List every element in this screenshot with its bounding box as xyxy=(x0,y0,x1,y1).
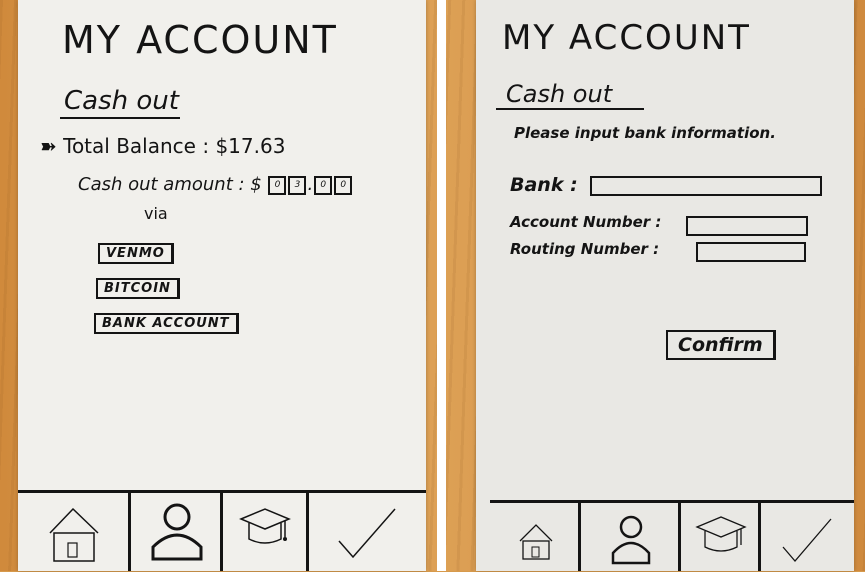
amount-digit-box[interactable]: 3 xyxy=(288,175,307,195)
graduation-cap-icon xyxy=(239,508,291,544)
nav-profile[interactable] xyxy=(578,503,681,571)
nav-home[interactable] xyxy=(490,503,578,571)
nav-learn[interactable] xyxy=(678,503,761,571)
decimal-point: . xyxy=(307,174,314,195)
nav-profile[interactable] xyxy=(128,493,223,571)
arrow-icon: ➽ xyxy=(40,134,57,158)
total-balance-value: $17.63 xyxy=(215,134,286,158)
section-underline xyxy=(60,117,180,119)
section-title: Cash out xyxy=(64,86,179,116)
bank-input[interactable] xyxy=(590,176,822,196)
account-screen-left: MY ACCOUNT Cash out ➽ Total Balance : $1… xyxy=(18,0,426,571)
bottom-nav-bar xyxy=(490,500,854,571)
total-balance-label: Total Balance xyxy=(63,134,196,158)
bottom-nav-bar xyxy=(18,490,426,571)
routing-number-input[interactable] xyxy=(696,242,806,262)
cashout-amount-label: Cash out amount : xyxy=(78,174,245,195)
profile-icon xyxy=(611,515,651,565)
bitcoin-button[interactable]: BITCOIN xyxy=(96,278,180,299)
amount-digit-box[interactable]: 0 xyxy=(268,175,287,195)
home-icon xyxy=(519,524,553,560)
graduation-cap-icon xyxy=(695,516,747,552)
page-title: MY ACCOUNT xyxy=(62,18,338,62)
instruction-text: Please input bank information. xyxy=(514,124,776,142)
amount-digit-box[interactable]: 0 xyxy=(314,175,333,195)
bank-label: Bank : xyxy=(510,174,578,196)
nav-learn[interactable] xyxy=(220,493,309,571)
home-icon xyxy=(49,507,99,562)
account-number-input[interactable] xyxy=(686,216,808,236)
section-title: Cash out xyxy=(506,80,613,108)
nav-check[interactable] xyxy=(758,503,857,571)
routing-number-label: Routing Number : xyxy=(510,240,660,258)
checkmark-icon xyxy=(338,508,396,559)
photo-divider xyxy=(437,0,446,571)
nav-check[interactable] xyxy=(306,493,429,571)
venmo-button[interactable]: VENMO xyxy=(98,243,174,264)
currency-symbol: $ xyxy=(250,174,262,195)
via-label: via xyxy=(144,204,168,223)
page-title: MY ACCOUNT xyxy=(502,18,751,58)
total-balance-row: ➽ Total Balance : $17.63 xyxy=(40,134,286,158)
cashout-amount-row: Cash out amount : $ 03.00 xyxy=(78,174,353,195)
profile-icon xyxy=(151,503,203,561)
amount-digit-box[interactable]: 0 xyxy=(334,175,353,195)
account-number-label: Account Number : xyxy=(510,213,662,231)
section-underline xyxy=(496,108,644,110)
nav-home[interactable] xyxy=(18,493,128,571)
confirm-button[interactable]: Confirm xyxy=(666,330,776,360)
checkmark-icon xyxy=(782,518,832,562)
bank-account-button[interactable]: BANK ACCOUNT xyxy=(94,313,239,334)
account-screen-right: MY ACCOUNT Cash out Please input bank in… xyxy=(476,0,854,571)
